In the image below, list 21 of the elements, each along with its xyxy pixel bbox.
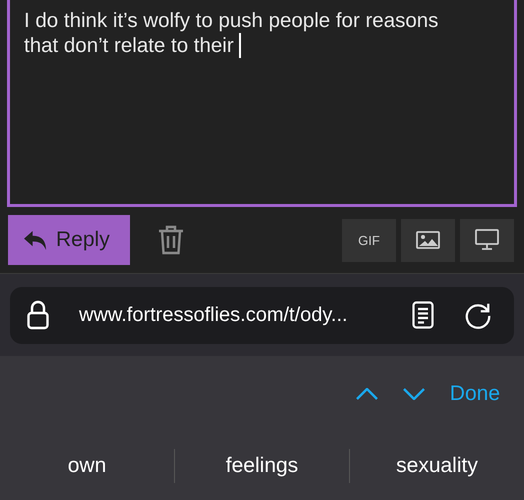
image-icon	[416, 231, 440, 249]
suggestion-item[interactable]: own	[0, 448, 174, 484]
done-button[interactable]: Done	[450, 382, 500, 406]
reply-button[interactable]: Reply	[8, 215, 130, 265]
suggestion-item[interactable]: feelings	[175, 448, 349, 484]
suggestion-item[interactable]: sexuality	[350, 448, 524, 484]
reader-icon[interactable]	[412, 301, 434, 329]
trash-icon[interactable]	[158, 225, 184, 255]
address-bar[interactable]: www.fortressoflies.com/t/ody...	[10, 286, 514, 344]
reply-arrow-icon	[23, 230, 48, 250]
post-text: I do think it’s wolfy to push people for reasons that don’t relate to their	[24, 9, 438, 57]
chevron-up-icon[interactable]	[356, 388, 378, 400]
image-button[interactable]	[401, 218, 455, 262]
reload-icon[interactable]	[464, 301, 492, 329]
preview-button[interactable]	[460, 218, 514, 262]
gif-button[interactable]: GIF	[342, 218, 396, 262]
composer-field[interactable]: I do think it’s wolfy to push people for reasons that don’t relate to their	[7, 0, 517, 207]
chevron-down-icon[interactable]	[402, 388, 425, 400]
url-text: www.fortressoflies.com/t/ody...	[79, 304, 348, 326]
monitor-icon	[475, 229, 499, 251]
lock-icon	[27, 300, 49, 330]
